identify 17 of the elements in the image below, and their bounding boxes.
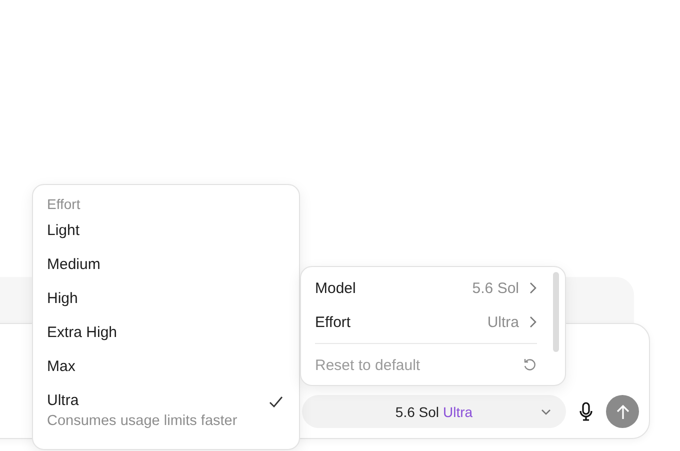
settings-row[interactable]: Model 5.6 Sol [315, 271, 537, 305]
scrollbar[interactable] [553, 272, 559, 352]
chevron-right-icon [529, 282, 537, 294]
effort-option[interactable]: High [47, 290, 285, 324]
model-selector[interactable]: 5.6 Sol Ultra [302, 395, 566, 428]
effort-option[interactable]: Extra High [47, 324, 285, 358]
send-button[interactable] [606, 395, 639, 428]
effort-option[interactable]: Ultra Consumes usage limits faster [47, 392, 285, 429]
checkmark-icon [269, 396, 283, 408]
effort-option[interactable]: Max [47, 358, 285, 392]
effort-option[interactable]: Medium [47, 256, 285, 290]
chevron-right-icon [529, 316, 537, 328]
settings-row[interactable]: Effort Ultra [315, 305, 537, 339]
arrow-up-icon [616, 404, 630, 420]
effort-option[interactable]: Light [47, 222, 285, 256]
menu-heading: Effort [47, 196, 80, 214]
reset-icon [523, 358, 537, 372]
